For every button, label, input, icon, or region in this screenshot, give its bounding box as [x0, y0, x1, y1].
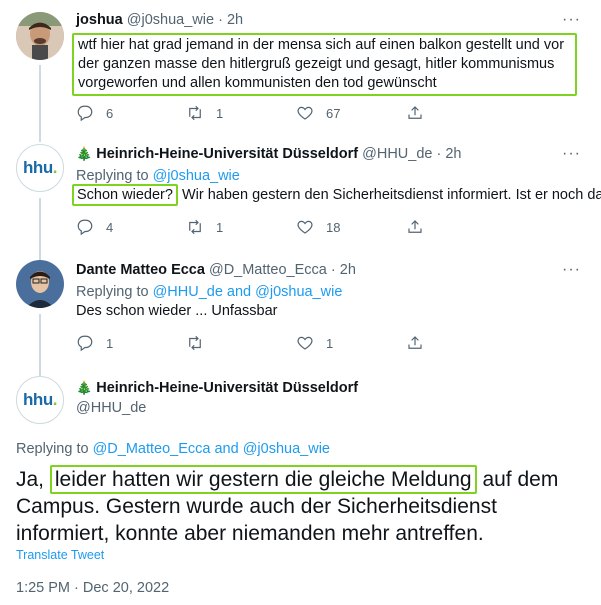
- heart-icon: [297, 106, 313, 120]
- author-name[interactable]: Dante Matteo Ecca: [76, 262, 205, 278]
- author-handle[interactable]: @j0shua_wie: [127, 12, 214, 28]
- share-button[interactable]: [406, 104, 516, 122]
- reply-icon: [77, 219, 93, 236]
- author-name[interactable]: Heinrich-Heine-Universität Düsseldorf: [96, 380, 358, 396]
- avatar-joshua[interactable]: [16, 12, 64, 60]
- replying-prefix: Replying to: [76, 284, 149, 300]
- more-options-icon[interactable]: ···: [562, 261, 581, 279]
- retweet-icon: [189, 335, 201, 351]
- tweet-time[interactable]: 2h: [445, 146, 461, 162]
- christmas-tree-icon: 🎄: [76, 380, 93, 395]
- author-name[interactable]: Heinrich-Heine-Universität Düsseldorf: [96, 146, 358, 162]
- reply-count: 4: [106, 219, 114, 235]
- reply-icon: [77, 105, 93, 122]
- share-button[interactable]: [406, 334, 516, 352]
- author-handle[interactable]: @HHU_de: [362, 146, 432, 162]
- main-tweet-text: Ja, leider hatten wir gestern die gleich…: [16, 465, 586, 547]
- like-button[interactable]: 18: [296, 218, 406, 236]
- replying-to: Replying to @j0shua_wie: [76, 167, 240, 185]
- replying-to-link[interactable]: @j0shua_wie: [153, 168, 240, 184]
- highlighted-text: leider hatten wir gestern die gleiche Me…: [49, 465, 477, 494]
- hhu-logo: hhu.: [23, 158, 57, 178]
- hhu-logo: hhu.: [23, 390, 57, 410]
- like-button[interactable]: 1: [296, 334, 406, 352]
- tweet-time[interactable]: 2h: [340, 262, 356, 278]
- tweet-time[interactable]: 2h: [227, 12, 243, 28]
- heart-icon: [297, 336, 313, 350]
- like-count: 18: [326, 219, 341, 235]
- avatar-dante[interactable]: [16, 260, 64, 308]
- main-text-pre: Ja,: [16, 468, 45, 491]
- author-handle[interactable]: @HHU_de: [76, 400, 146, 416]
- retweet-count: 1: [216, 219, 224, 235]
- tweet-joshua[interactable]: joshua @j0shua_wie · 2h ··· wtf hier hat…: [0, 0, 601, 142]
- tweet-header: joshua @j0shua_wie · 2h: [76, 11, 243, 29]
- reply-count: 1: [106, 335, 114, 351]
- reply-count: 6: [106, 105, 114, 121]
- like-count: 67: [326, 105, 341, 121]
- more-options-icon[interactable]: ···: [562, 11, 581, 29]
- author-handle[interactable]: @D_Matteo_Ecca: [209, 262, 327, 278]
- replying-to: Replying to @HHU_de and @j0shua_wie: [76, 283, 342, 301]
- separator-dot: ·: [330, 262, 336, 278]
- avatar-dante-image: [16, 260, 64, 308]
- replying-to: Replying to @D_Matteo_Ecca and @j0shua_w…: [16, 440, 330, 458]
- avatar-hhu[interactable]: hhu.: [16, 144, 64, 192]
- avatar-joshua-image: [16, 12, 64, 60]
- main-tweet: hhu. 🎄 Heinrich-Heine-Universität Düssel…: [0, 364, 601, 605]
- reply-button[interactable]: 4: [76, 218, 186, 236]
- retweet-icon: [189, 105, 201, 121]
- replying-prefix: Replying to: [76, 168, 149, 184]
- tweet-dante[interactable]: Dante Matteo Ecca @D_Matteo_Ecca · 2h ··…: [0, 248, 601, 376]
- replying-prefix: Replying to: [16, 441, 89, 457]
- hhu-logo-text: hhu: [23, 390, 53, 409]
- like-count: 1: [326, 335, 334, 351]
- tweet-actions: 4 1 18: [76, 218, 516, 236]
- retweet-button[interactable]: 1: [186, 218, 296, 236]
- tweet-timestamp[interactable]: 1:25 PM · Dec 20, 2022: [16, 580, 169, 596]
- separator-dot: ·: [218, 12, 223, 28]
- separator-dot: ·: [436, 146, 442, 162]
- reply-icon: [77, 335, 93, 352]
- retweet-button[interactable]: 1: [186, 104, 296, 122]
- retweet-count: 1: [216, 105, 224, 121]
- retweet-button[interactable]: [186, 334, 296, 352]
- tweet-text: Schon wieder? Wir haben gestern den Sich…: [72, 184, 601, 206]
- highlighted-text: Schon wieder?: [72, 184, 178, 206]
- tweet-header: 🎄 Heinrich-Heine-Universität Düsseldorf …: [76, 145, 462, 163]
- tweet-text: Des schon wieder ... Unfassbar: [76, 302, 277, 321]
- translate-tweet-link[interactable]: Translate Tweet: [16, 548, 104, 562]
- tweet-hhu-reply[interactable]: hhu. 🎄 Heinrich-Heine-Universität Düssel…: [0, 132, 601, 260]
- avatar-hhu[interactable]: hhu.: [16, 376, 64, 424]
- tweet-actions: 1 1: [76, 334, 516, 352]
- author-handle-row: @HHU_de: [76, 399, 146, 417]
- heart-icon: [297, 220, 313, 234]
- tweet-header: 🎄 Heinrich-Heine-Universität Düsseldorf: [76, 379, 358, 397]
- tweet-text-content: Des schon wieder ... Unfassbar: [76, 303, 278, 319]
- tweet-text-content: Wir haben gestern den Sicherheitsdienst …: [181, 187, 601, 203]
- tweet-header: Dante Matteo Ecca @D_Matteo_Ecca · 2h: [76, 261, 356, 279]
- share-icon: [408, 220, 422, 233]
- thread-line: [39, 65, 41, 142]
- like-button[interactable]: 67: [296, 104, 406, 122]
- hhu-logo-dot: .: [52, 390, 58, 409]
- share-icon: [408, 336, 422, 349]
- author-name[interactable]: joshua: [76, 12, 123, 28]
- reply-button[interactable]: 6: [76, 104, 186, 122]
- tweet-text: wtf hier hat grad jemand in der mensa si…: [72, 33, 577, 96]
- replying-to-link[interactable]: @D_Matteo_Ecca and @j0shua_wie: [93, 441, 330, 457]
- reply-button[interactable]: 1: [76, 334, 186, 352]
- christmas-tree-icon: 🎄: [76, 146, 93, 161]
- hhu-logo-dot: .: [52, 158, 58, 177]
- replying-to-link[interactable]: @HHU_de and @j0shua_wie: [153, 284, 343, 300]
- share-icon: [408, 106, 422, 119]
- share-button[interactable]: [406, 218, 516, 236]
- hhu-logo-text: hhu: [23, 158, 53, 177]
- more-options-icon[interactable]: ···: [562, 145, 581, 163]
- tweet-actions: 6 1 67: [76, 104, 516, 122]
- tweet-text-content: wtf hier hat grad jemand in der mensa si…: [78, 37, 565, 91]
- retweet-icon: [189, 219, 201, 235]
